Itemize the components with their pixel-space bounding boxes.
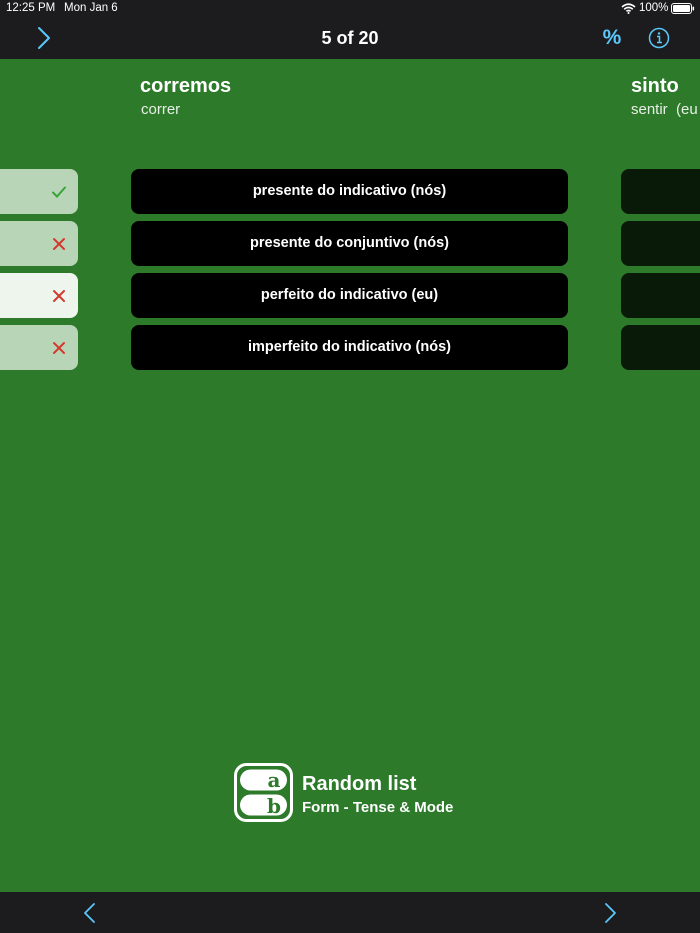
answer-option-1[interactable]: presente do indicativo (nós)	[131, 169, 568, 214]
list-branding: a b Random list Form - Tense & Mode	[234, 763, 494, 823]
card-pager[interactable]: corremos correr presente do indicativo (…	[0, 59, 700, 892]
next-answer-option-4	[621, 325, 700, 370]
next-answer-option-3	[621, 273, 700, 318]
next-verb-infinitive: sentir (eu	[631, 101, 698, 118]
battery-percent: 100%	[639, 2, 669, 14]
checkmark-icon	[51, 184, 67, 200]
previous-result-4	[0, 325, 78, 370]
battery-icon	[671, 3, 695, 17]
answer-option-3[interactable]: perfeito do indicativo (eu)	[131, 273, 568, 318]
list-mode-title: Random list	[302, 773, 417, 795]
chevron-left-icon	[84, 903, 95, 923]
logo-letter-b: b	[267, 794, 281, 818]
next-answer-option-1	[621, 169, 700, 214]
chevron-right-icon	[605, 903, 616, 923]
statistics-button[interactable]: %	[598, 25, 626, 51]
next-card-button[interactable]	[600, 901, 620, 925]
cross-icon	[51, 340, 67, 356]
cross-icon	[51, 236, 67, 252]
status-bar: 12:25 PM Mon Jan 6 100%	[0, 0, 700, 18]
previous-result-3	[0, 273, 78, 318]
previous-result-2	[0, 221, 78, 266]
status-time: 12:25 PM	[6, 2, 56, 14]
percent-icon: %	[602, 26, 622, 49]
previous-result-1	[0, 169, 78, 214]
next-answer-option-2	[621, 221, 700, 266]
ab-logo-icon: a b	[234, 763, 293, 822]
answer-option-4[interactable]: imperfeito do indicativo (nós)	[131, 325, 568, 370]
logo-letter-a: a	[268, 768, 281, 792]
next-verb-form: sinto	[631, 75, 679, 97]
previous-card-button[interactable]	[80, 901, 100, 925]
info-button[interactable]	[648, 27, 670, 49]
bottom-toolbar	[0, 892, 700, 933]
wifi-icon	[621, 3, 636, 17]
status-date: Mon Jan 6	[64, 2, 118, 14]
nav-bar: 5 of 20 %	[0, 18, 700, 59]
list-mode-subtitle: Form - Tense & Mode	[302, 799, 454, 816]
verb-form: corremos	[140, 75, 232, 97]
answer-option-2[interactable]: presente do conjuntivo (nós)	[131, 221, 568, 266]
info-icon	[648, 27, 670, 49]
cross-icon	[51, 288, 67, 304]
page-title: 5 of 20	[321, 28, 379, 48]
verb-infinitive: correr	[141, 101, 181, 118]
